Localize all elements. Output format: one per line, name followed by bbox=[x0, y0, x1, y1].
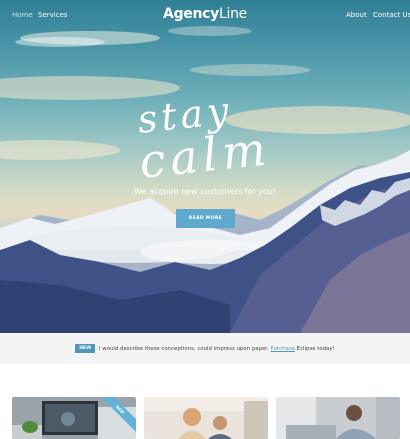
purchase-link[interactable]: Purchase bbox=[270, 346, 294, 352]
card-image-team bbox=[144, 397, 268, 439]
notice-message-end: Eclipse today! bbox=[296, 346, 335, 352]
notice-message: I would describe these conceptions, coul… bbox=[98, 346, 269, 352]
feature-card-3[interactable] bbox=[276, 397, 400, 439]
new-badge: NEW bbox=[75, 344, 96, 353]
read-more-button[interactable]: READ MORE bbox=[176, 209, 235, 228]
feature-card-2[interactable] bbox=[144, 397, 268, 439]
logo-bold-text: Agency bbox=[163, 6, 219, 22]
card-image-work bbox=[276, 397, 400, 439]
logo-light-text: Line bbox=[218, 6, 247, 22]
site-logo[interactable]: AgencyLine bbox=[0, 6, 410, 22]
notice-bar: NEW I would describe these conceptions, … bbox=[0, 333, 410, 364]
hero-section: Home Services About Contact Us AgencyLin… bbox=[0, 0, 410, 333]
notice-text: NEW I would describe these conceptions, … bbox=[0, 344, 410, 353]
feature-card-1[interactable]: NEW bbox=[12, 397, 136, 439]
hero-tagline: We acquire new customers for you! bbox=[133, 187, 277, 196]
